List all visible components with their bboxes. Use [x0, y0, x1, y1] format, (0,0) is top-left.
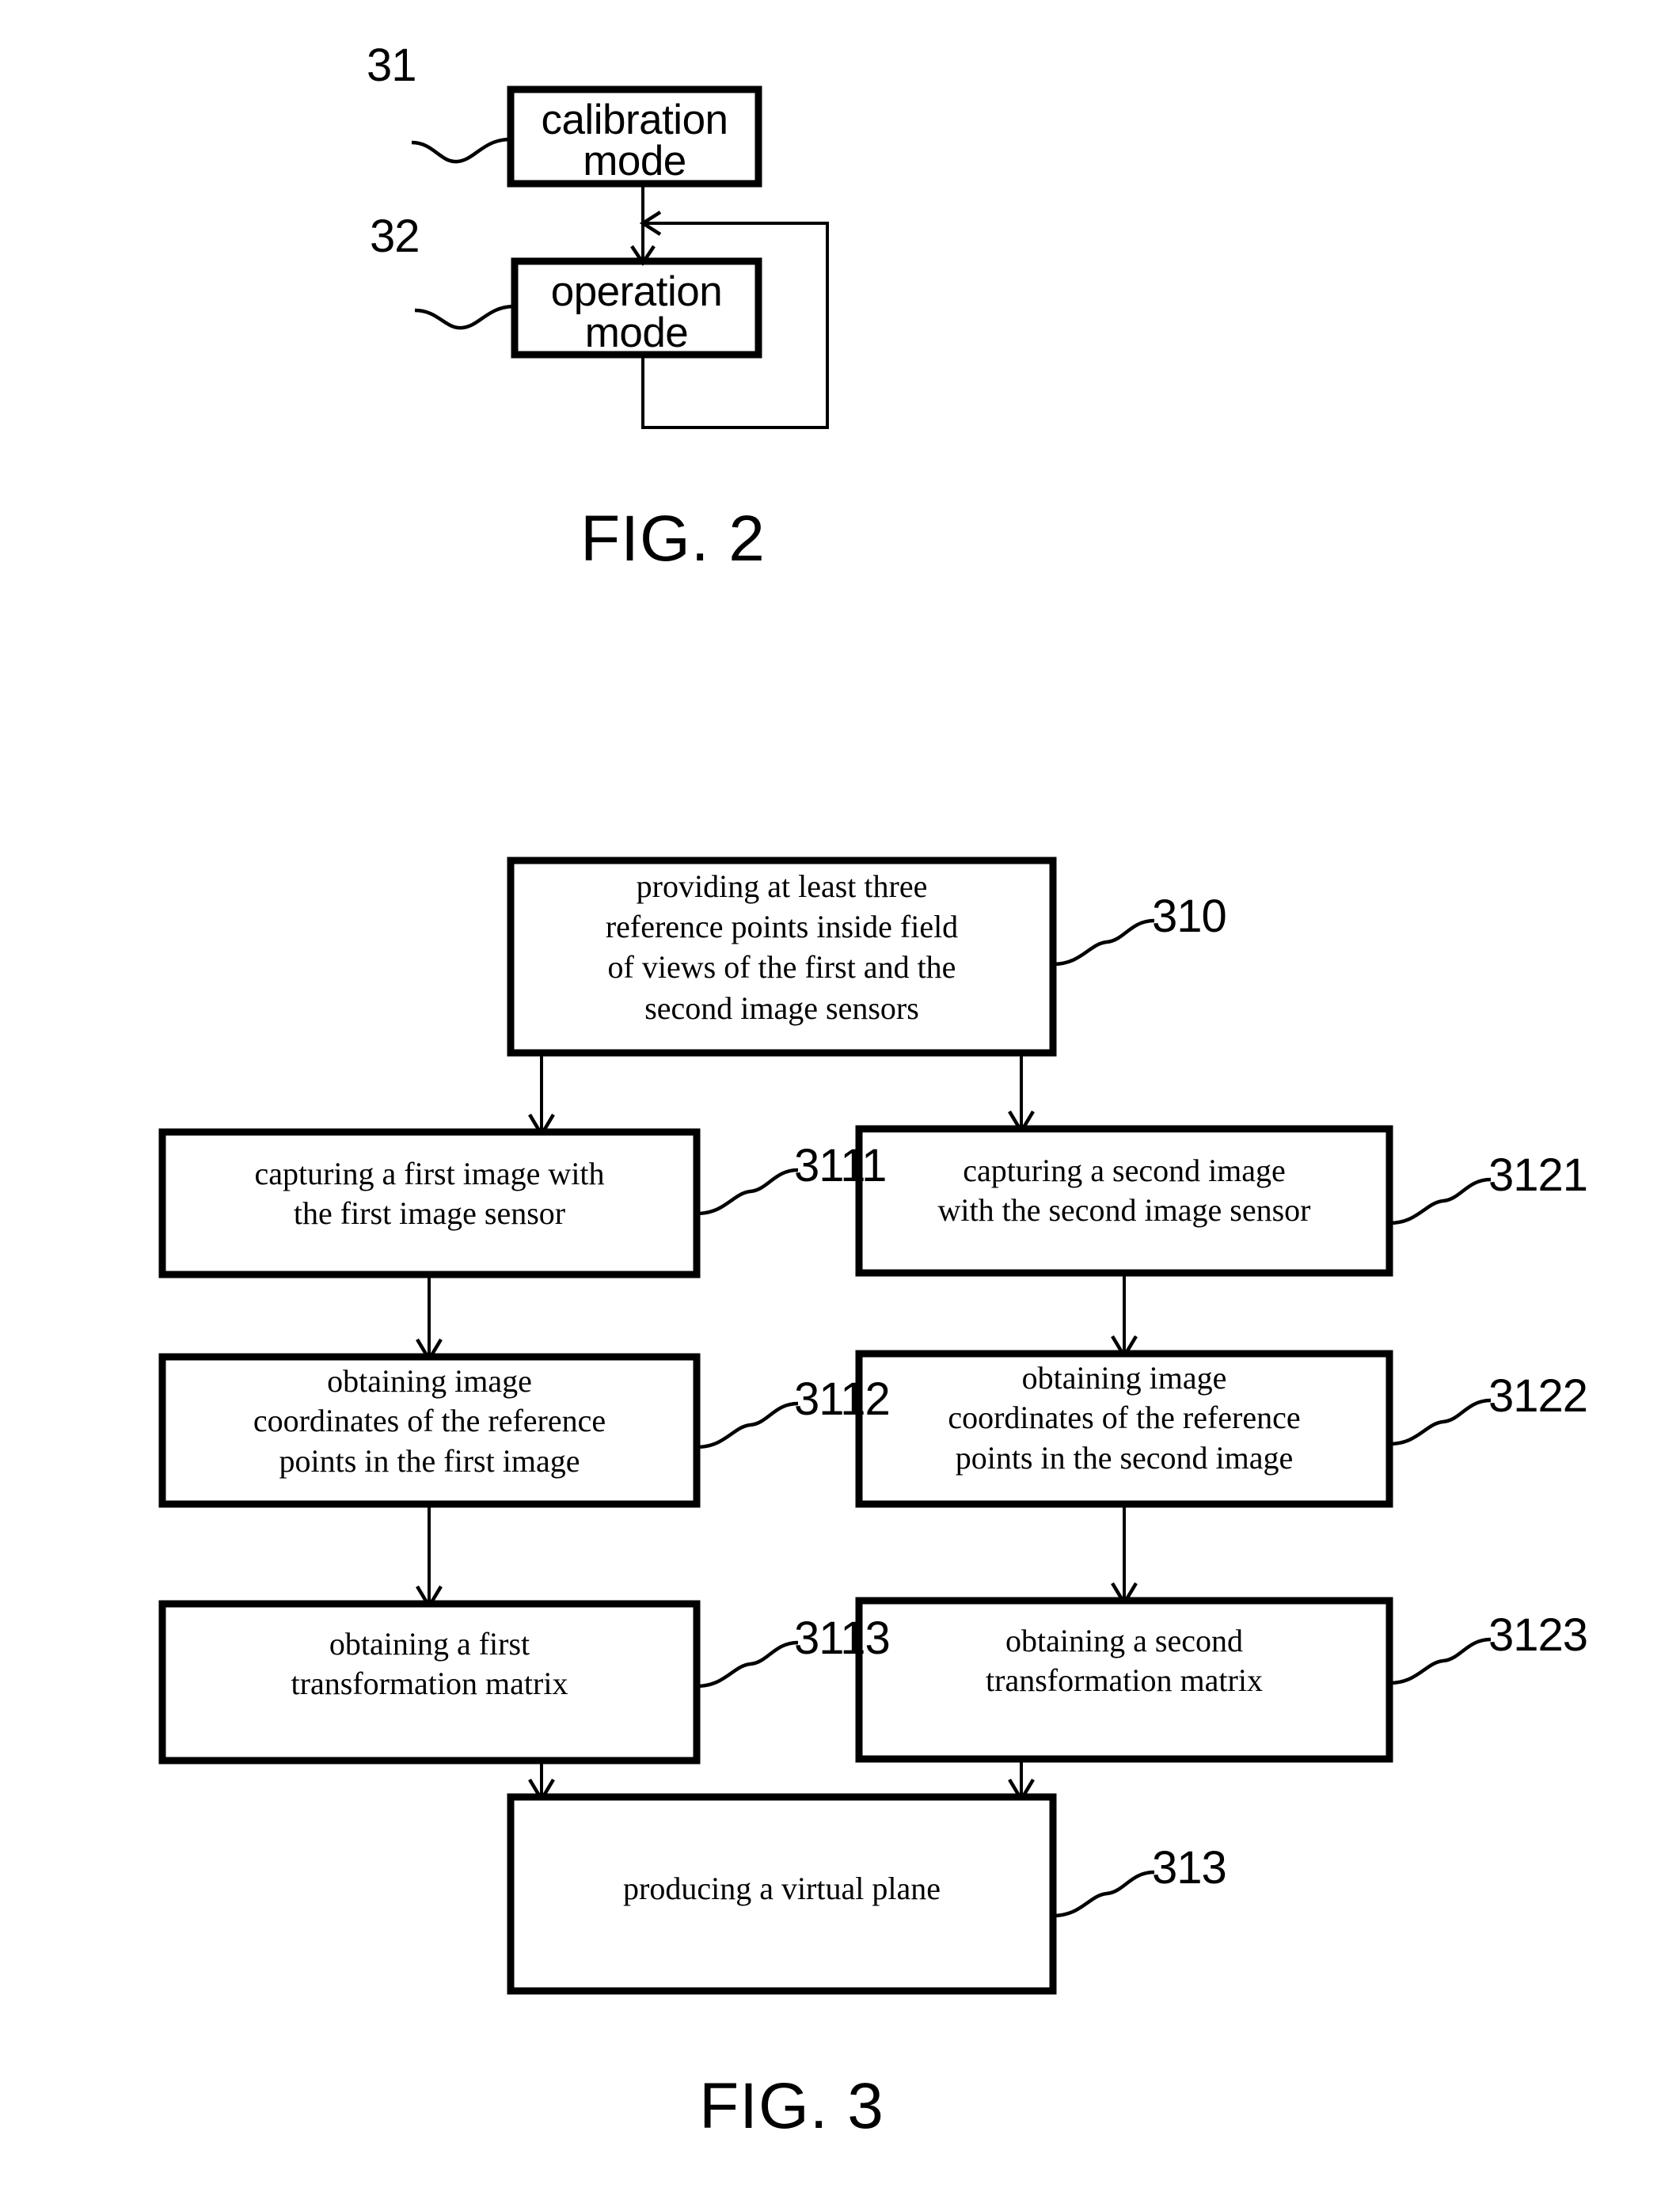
- patent-drawing-sheet: calibration mode operation mode 31 32 FI…: [0, 0, 1680, 2211]
- fig3-leader-3112: [696, 1401, 799, 1449]
- fig3-second-transformation-matrix-label: obtaining a second transformation matrix: [986, 1623, 1263, 1699]
- fig3-ref-3123: 3123: [1488, 1609, 1588, 1661]
- fig3-ref-3113: 3113: [794, 1613, 891, 1664]
- fig2-operation-mode-label: operation mode: [550, 268, 723, 357]
- fig3-first-transformation-matrix-label: obtaining a first transformation matrix: [291, 1626, 568, 1702]
- fig3-leader-310: [1052, 918, 1155, 967]
- fig2-ref-31: 31: [367, 40, 417, 91]
- fig3-capture-second-image-label: capturing a second image with the second…: [937, 1153, 1311, 1229]
- fig3-caption: FIG. 3: [699, 2070, 884, 2142]
- fig3-leader-3121: [1389, 1177, 1492, 1225]
- fig3-leader-3111: [696, 1168, 799, 1216]
- fig3-ref-310: 310: [1152, 891, 1227, 942]
- fig3-leader-313: [1052, 1870, 1155, 1918]
- fig3-providing-reference-points-label: providing at least three reference point…: [605, 868, 959, 1026]
- fig3-produce-virtual-plane-label: producing a virtual plane: [623, 1871, 941, 1906]
- fig3-leader-3122: [1389, 1398, 1492, 1446]
- fig2-leader-32: [414, 304, 515, 330]
- fig3-obtain-second-coordinates-label: obtaining image coordinates of the refer…: [948, 1360, 1301, 1476]
- fig3-leader-3123: [1389, 1637, 1492, 1685]
- fig3-leader-3113: [696, 1640, 799, 1689]
- fig2-caption: FIG. 2: [580, 503, 766, 575]
- fig3-ref-3111: 3111: [794, 1140, 887, 1191]
- fig2-calibration-mode-label: calibration mode: [541, 97, 728, 185]
- fig3-obtain-first-coordinates-label: obtaining image coordinates of the refer…: [253, 1363, 606, 1479]
- fig3-ref-3121: 3121: [1488, 1149, 1588, 1201]
- fig3-ref-3112: 3112: [794, 1373, 891, 1425]
- fig2-ref-32: 32: [370, 211, 420, 262]
- fig3-capture-first-image-label: capturing a first image with the first i…: [254, 1156, 605, 1232]
- fig2-leader-31: [411, 137, 511, 164]
- fig3-ref-3122: 3122: [1488, 1370, 1588, 1422]
- fig3-ref-313: 313: [1152, 1842, 1227, 1894]
